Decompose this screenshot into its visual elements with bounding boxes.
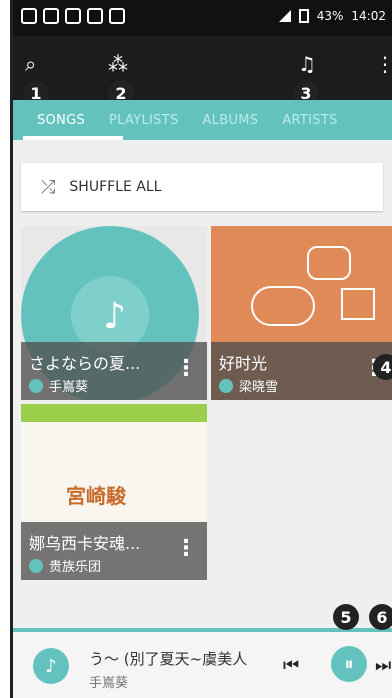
- share-icon[interactable]: ⁂: [108, 52, 128, 76]
- card-artist: 贵族乐团: [29, 556, 101, 575]
- album-art-detail: [307, 246, 351, 280]
- status-time: 14:02: [351, 9, 386, 23]
- music-note-icon: ♪: [33, 648, 69, 684]
- mini-player[interactable]: ♪ う〜 (別了夏天~虞美人 手嶌葵 ⏮ ⏸ ⏭: [13, 628, 392, 698]
- search-icon[interactable]: ⌕: [25, 52, 36, 76]
- card-overlay: 好时光 梁晓雪 ⋮: [211, 342, 392, 400]
- album-art: [21, 404, 207, 422]
- more-icon[interactable]: ⋮: [175, 356, 197, 381]
- now-playing-artist: 手嶌葵: [89, 676, 129, 691]
- song-card[interactable]: 宮崎駿 娜乌西卡安魂... 贵族乐团 ⋮: [21, 404, 207, 580]
- notification-icon: [109, 8, 125, 24]
- tab-songs[interactable]: SONGS: [37, 113, 85, 128]
- notification-icon: [43, 8, 59, 24]
- music-note-icon[interactable]: ♫: [298, 52, 316, 76]
- next-icon[interactable]: ⏭: [375, 655, 391, 676]
- signal-icon: [278, 10, 291, 22]
- shuffle-label: SHUFFLE ALL: [69, 179, 162, 195]
- notification-icon: [21, 8, 37, 24]
- tab-playlists[interactable]: PLAYLISTS: [109, 113, 178, 128]
- previous-icon[interactable]: ⏮: [283, 655, 299, 676]
- card-artist-label: 手嶌葵: [49, 380, 89, 395]
- music-note-icon: ♪: [103, 296, 126, 337]
- more-icon[interactable]: ⋮: [375, 52, 392, 76]
- shuffle-icon: ⤮: [41, 176, 56, 198]
- check-icon: [29, 378, 43, 393]
- tab-artists[interactable]: ARTISTS: [282, 113, 337, 128]
- shuffle-all-row[interactable]: ⤮ SHUFFLE ALL: [21, 163, 383, 211]
- callout-4: 4: [373, 354, 392, 380]
- album-art-detail: [341, 288, 375, 320]
- card-artist: 梁晓雪: [219, 376, 278, 395]
- active-tab-indicator: [23, 136, 123, 140]
- top-toolbar: ⌕ ⁂ ♫ ⋮: [13, 36, 392, 100]
- pause-button[interactable]: ⏸: [331, 646, 367, 682]
- card-title: さよならの夏...: [29, 354, 141, 373]
- album-art: [251, 286, 315, 326]
- battery-percentage: 43%: [316, 9, 344, 23]
- card-artist-label: 梁晓雪: [239, 380, 279, 395]
- card-artist: 手嶌葵: [29, 376, 88, 395]
- card-title: 娜乌西卡安魂...: [29, 534, 141, 553]
- song-card[interactable]: 好时光 梁晓雪 ⋮: [211, 226, 392, 400]
- notification-icon: [65, 8, 81, 24]
- callout-6: 6: [369, 604, 392, 630]
- notification-icon: [87, 8, 103, 24]
- status-right: 43% 14:02: [278, 9, 386, 23]
- more-icon[interactable]: ⋮: [175, 536, 197, 561]
- card-title: 好时光: [219, 354, 268, 373]
- callout-5: 5: [333, 604, 359, 630]
- tab-albums[interactable]: ALBUMS: [202, 113, 258, 128]
- status-bar: 43% 14:02: [13, 0, 392, 36]
- status-icons: [21, 8, 125, 24]
- card-overlay: さよならの夏... 手嶌葵 ⋮: [21, 342, 207, 400]
- check-icon: [219, 378, 233, 393]
- card-overlay: 娜乌西卡安魂... 贵族乐团 ⋮: [21, 522, 207, 580]
- now-playing-title: う〜 (別了夏天~虞美人: [89, 650, 248, 668]
- check-icon: [29, 558, 43, 573]
- tab-bar: SONGS PLAYLISTS ALBUMS ARTISTS: [13, 100, 392, 140]
- song-card[interactable]: ♪ さよならの夏... 手嶌葵 ⋮: [21, 226, 207, 400]
- battery-icon: [298, 9, 309, 23]
- app-frame: 43% 14:02 ⌕ ⁂ ♫ ⋮ 1 2 3 SONGS PLAYLISTS …: [10, 0, 392, 698]
- album-art-text: 宮崎駿: [66, 484, 126, 508]
- card-artist-label: 贵族乐团: [49, 560, 102, 575]
